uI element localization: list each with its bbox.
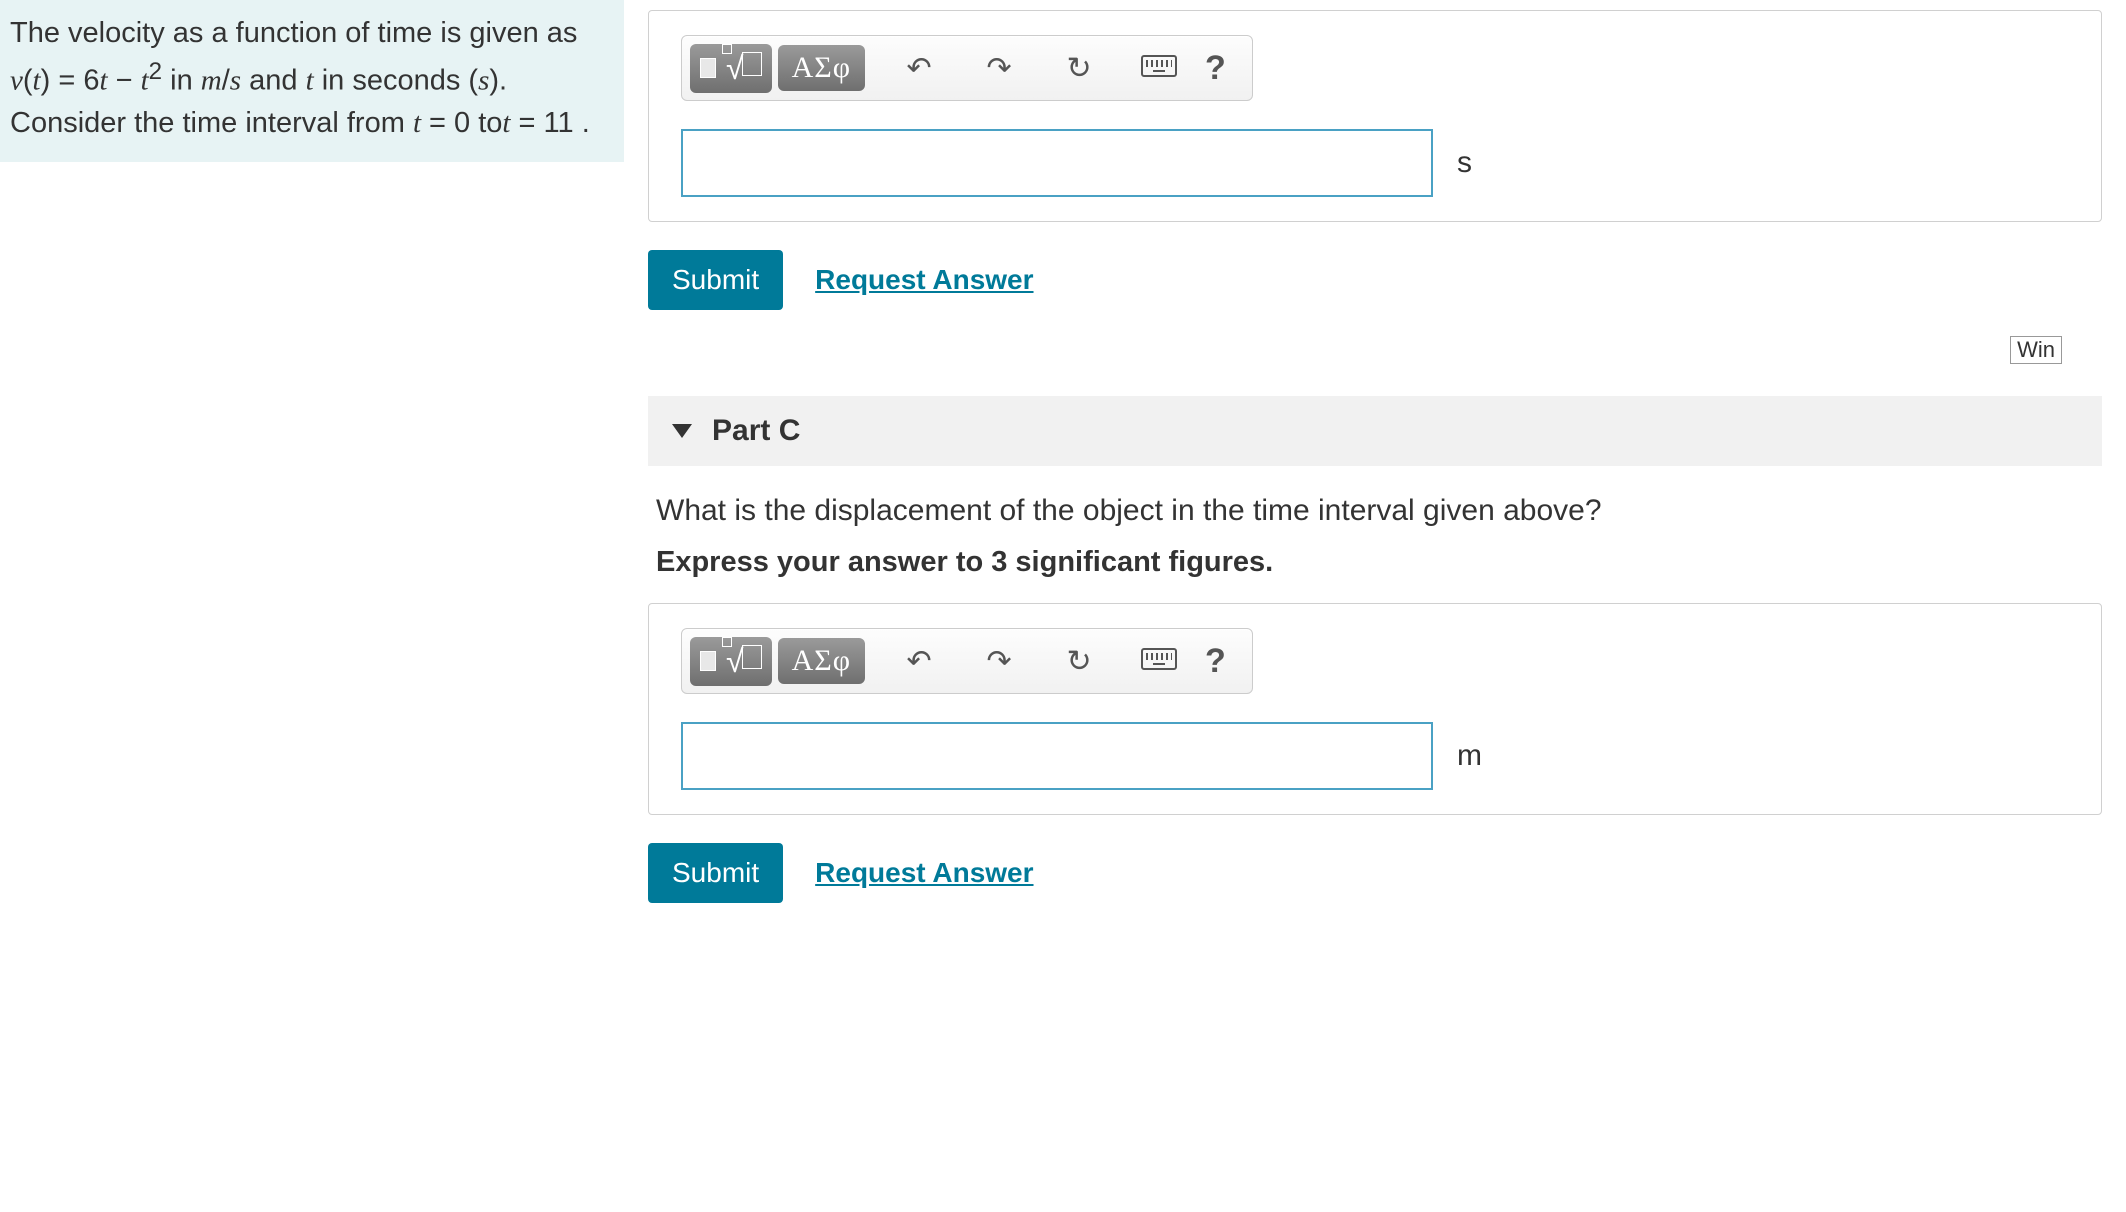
undo-icon[interactable]: ↶ [897, 644, 941, 679]
equation-toolbar: √ ΑΣφ ↶ ↷ ↻ ? [681, 35, 1253, 101]
greek-button[interactable]: ΑΣφ [778, 45, 865, 91]
nth-root-icon: √ [726, 50, 762, 87]
part-c-header[interactable]: Part C [648, 396, 2102, 466]
submit-button-b[interactable]: Submit [648, 250, 783, 310]
caret-down-icon [672, 424, 692, 438]
undo-icon[interactable]: ↶ [897, 51, 941, 86]
templates-button[interactable]: √ [690, 637, 772, 686]
help-icon[interactable]: ? [1205, 642, 1226, 681]
answer-panel-c: √ ΑΣφ ↶ ↷ ↻ ? m [648, 603, 2102, 815]
nth-root-icon: √ [726, 643, 762, 680]
templates-button[interactable]: √ [690, 44, 772, 93]
reset-icon[interactable]: ↻ [1057, 51, 1101, 86]
rectangle-icon [700, 58, 716, 78]
win-badge: Win [2010, 336, 2062, 364]
request-answer-link-b[interactable]: Request Answer [815, 264, 1033, 296]
part-c-title: Part C [712, 414, 800, 448]
problem-statement: The velocity as a function of time is gi… [0, 0, 624, 162]
answer-panel-b: √ ΑΣφ ↶ ↷ ↻ ? s [648, 10, 2102, 222]
rectangle-icon [700, 651, 716, 671]
greek-label: ΑΣφ [792, 644, 851, 678]
keyboard-icon[interactable] [1137, 644, 1181, 678]
redo-icon[interactable]: ↷ [977, 644, 1021, 679]
help-icon[interactable]: ? [1205, 49, 1226, 88]
submit-button-c[interactable]: Submit [648, 843, 783, 903]
answer-input-c[interactable] [681, 722, 1433, 790]
part-c-question: What is the displacement of the object i… [648, 494, 2102, 528]
answer-input-b[interactable] [681, 129, 1433, 197]
unit-label-b: s [1457, 146, 1472, 180]
greek-button[interactable]: ΑΣφ [778, 638, 865, 684]
greek-label: ΑΣφ [792, 51, 851, 85]
part-c-instruction: Express your answer to 3 significant fig… [648, 546, 2102, 579]
keyboard-icon[interactable] [1137, 51, 1181, 85]
request-answer-link-c[interactable]: Request Answer [815, 857, 1033, 889]
unit-label-c: m [1457, 739, 1482, 773]
reset-icon[interactable]: ↻ [1057, 644, 1101, 679]
redo-icon[interactable]: ↷ [977, 51, 1021, 86]
equation-toolbar: √ ΑΣφ ↶ ↷ ↻ ? [681, 628, 1253, 694]
